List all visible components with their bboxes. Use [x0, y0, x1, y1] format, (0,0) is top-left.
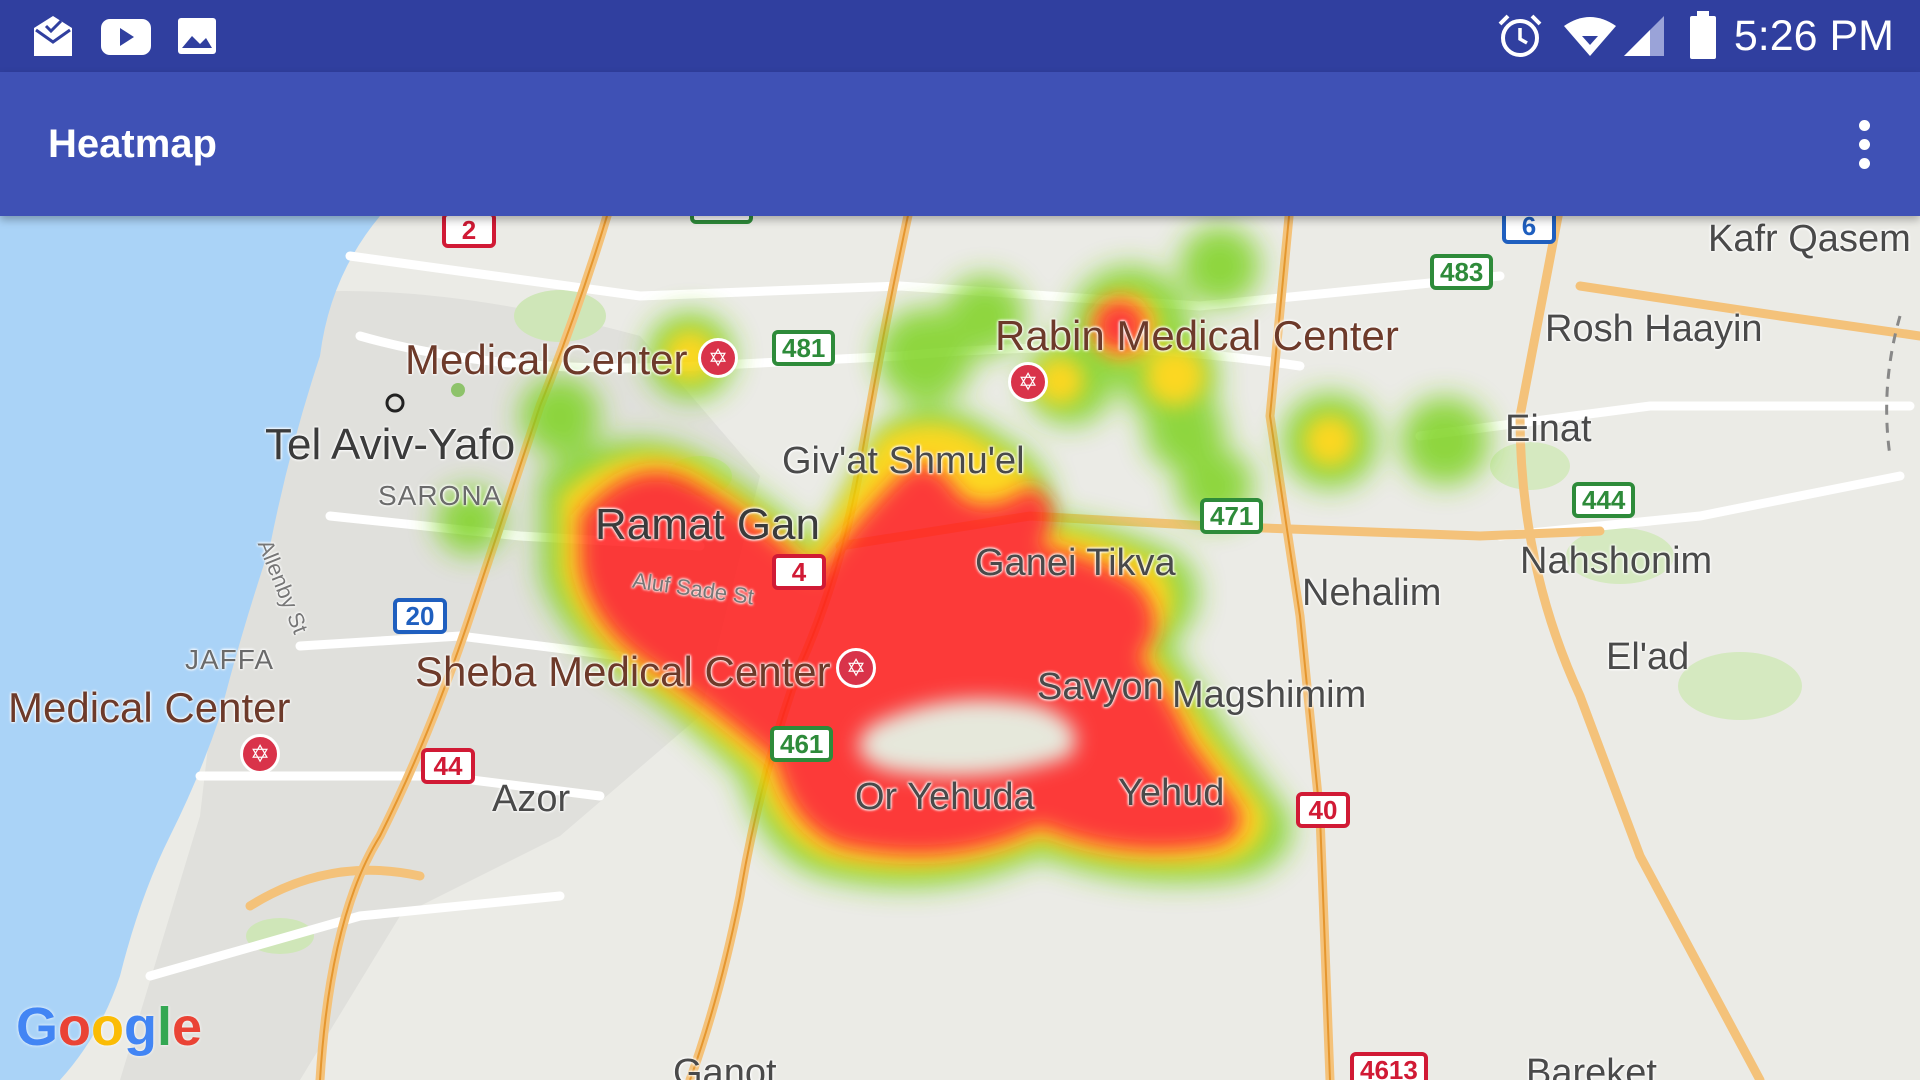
hospital-label: Medical Center: [8, 684, 291, 731]
place-nahshonim: Nahshonim: [1520, 540, 1713, 582]
place-elad: El'ad: [1606, 636, 1690, 678]
google-logo[interactable]: Google: [16, 996, 202, 1058]
route-shield: 471: [1200, 498, 1264, 534]
battery-icon: [1690, 11, 1716, 59]
map-view[interactable]: ✡ ✡ ✡ ✡ Kafr Qasem Rosh Haayin Einat Nah…: [0, 216, 1920, 1080]
hospital-label: Medical Center: [405, 336, 688, 383]
hospital-icon[interactable]: ✡: [698, 338, 738, 378]
place-kafr-qasem: Kafr Qasem: [1708, 218, 1911, 260]
route-shield: 44: [421, 748, 475, 784]
place-bareket: Bareket: [1526, 1052, 1657, 1080]
hospital-label: Sheba Medical Center: [415, 648, 831, 695]
more-vert-icon[interactable]: [1836, 114, 1892, 174]
place-sarona: SARONA: [378, 480, 503, 511]
route-shield: 4613: [1350, 1052, 1428, 1080]
route-shield: 4: [772, 554, 826, 590]
place-magshimim: Magshimim: [1172, 674, 1367, 716]
hospital-icon[interactable]: ✡: [240, 734, 280, 774]
status-time: 5:26 PM: [1733, 12, 1894, 60]
mail-check-icon: [34, 16, 72, 56]
route-shield: 6: [1502, 216, 1556, 244]
place-ganei-tikva: Ganei Tikva: [975, 542, 1176, 584]
hospital-label: Rabin Medical Center: [995, 312, 1399, 359]
place-yehud: Yehud: [1118, 772, 1225, 814]
place-or-yehuda: Or Yehuda: [855, 776, 1035, 818]
youtube-icon: [101, 19, 151, 55]
place-ganot: Ganot: [673, 1052, 777, 1080]
route-shield: 461: [770, 726, 834, 762]
signal-icon: [1624, 16, 1664, 56]
route-shield: 483: [1430, 254, 1494, 290]
place-ramat-gan: Ramat Gan: [595, 500, 820, 549]
route-shield: 444: [1572, 482, 1636, 518]
place-rosh-haayin: Rosh Haayin: [1545, 308, 1763, 350]
place-tel-aviv: Tel Aviv-Yafo: [265, 420, 516, 469]
wifi-icon: [1564, 17, 1616, 56]
route-shield: 40: [1296, 792, 1350, 828]
place-nehalim: Nehalim: [1302, 572, 1442, 614]
route-shield: 20: [393, 598, 447, 634]
app-bar: Heatmap: [0, 72, 1920, 216]
place-givat-shmuel: Giv'at Shmu'el: [782, 440, 1025, 482]
route-shield: 2: [442, 216, 496, 248]
hospital-icon[interactable]: ✡: [836, 648, 876, 688]
app-title: Heatmap: [48, 122, 217, 166]
route-shield: 481: [772, 330, 836, 366]
place-jaffa: JAFFA: [185, 644, 275, 675]
image-icon: [178, 18, 216, 54]
place-einat: Einat: [1505, 408, 1592, 450]
place-azor: Azor: [492, 778, 571, 820]
route-shield: 482: [690, 216, 754, 224]
alarm-icon: [1498, 14, 1542, 57]
status-bar: 5:26 PM: [0, 0, 1920, 72]
place-savyon: Savyon: [1037, 666, 1164, 708]
hospital-icon[interactable]: ✡: [1008, 362, 1048, 402]
